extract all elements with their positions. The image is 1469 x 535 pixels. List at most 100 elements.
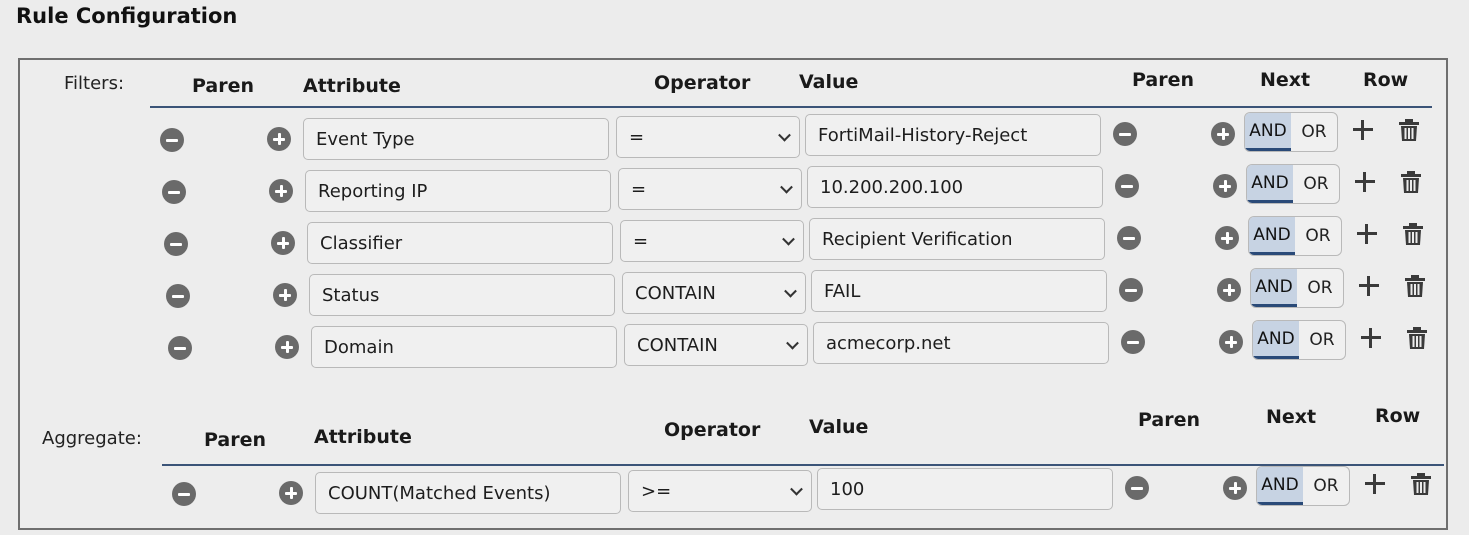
chevron-down-icon (780, 180, 793, 194)
add-row-button[interactable] (1361, 328, 1381, 348)
add-right-paren-button[interactable] (1217, 278, 1241, 302)
operator-select[interactable]: = (616, 116, 800, 158)
chevron-down-icon (782, 232, 795, 246)
add-row-button[interactable] (1359, 276, 1379, 296)
value-field[interactable]: acmecorp.net (813, 322, 1109, 364)
next-or-option[interactable]: OR (1297, 269, 1343, 307)
add-right-paren-button[interactable] (1215, 226, 1239, 250)
add-left-paren-button[interactable] (275, 335, 299, 359)
attribute-field[interactable]: Domain (311, 326, 617, 368)
remove-right-paren-button[interactable] (1125, 476, 1149, 500)
aggregate-header-paren-right: Paren (1138, 409, 1201, 431)
trash-icon (1411, 473, 1431, 495)
plus-icon (1353, 120, 1373, 140)
aggregate-label: Aggregate: (42, 428, 142, 449)
minus-circle-icon (1123, 236, 1135, 240)
plus-circle-icon (1223, 284, 1235, 296)
value-field[interactable]: FAIL (811, 270, 1107, 312)
operator-select[interactable]: = (620, 220, 804, 262)
next-or-option[interactable]: OR (1295, 217, 1341, 255)
add-left-paren-button[interactable] (267, 127, 291, 151)
value-field[interactable]: FortiMail-History-Reject (805, 114, 1101, 156)
next-or-option[interactable]: OR (1303, 467, 1349, 505)
remove-right-paren-button[interactable] (1115, 174, 1139, 198)
delete-row-button[interactable] (1406, 326, 1428, 350)
add-left-paren-button[interactable] (279, 481, 303, 505)
add-left-paren-button[interactable] (273, 283, 297, 307)
minus-circle-icon (1121, 184, 1133, 188)
remove-left-paren-button[interactable] (162, 180, 186, 204)
next-and-option[interactable]: AND (1251, 269, 1297, 307)
delete-row-button[interactable] (1402, 222, 1424, 246)
remove-left-paren-button[interactable] (164, 232, 188, 256)
remove-left-paren-button[interactable] (160, 128, 184, 152)
plus-circle-icon (277, 237, 289, 249)
filters-header-operator: Operator (654, 72, 751, 94)
attribute-field[interactable]: Classifier (307, 222, 613, 264)
chevron-down-icon (786, 336, 799, 350)
add-right-paren-button[interactable] (1211, 122, 1235, 146)
add-left-paren-button[interactable] (271, 231, 295, 255)
add-row-button[interactable] (1357, 224, 1377, 244)
next-or-option[interactable]: OR (1299, 321, 1345, 359)
next-logic-toggle: AND OR (1252, 320, 1346, 360)
filters-header-value: Value (799, 71, 859, 93)
attribute-field[interactable]: COUNT(Matched Events) (315, 472, 621, 514)
value-field[interactable]: Recipient Verification (809, 218, 1105, 260)
remove-right-paren-button[interactable] (1113, 122, 1137, 146)
delete-row-button[interactable] (1400, 170, 1422, 194)
next-logic-toggle: AND OR (1250, 268, 1344, 308)
remove-right-paren-button[interactable] (1117, 226, 1141, 250)
next-or-option[interactable]: OR (1293, 165, 1339, 203)
add-row-button[interactable] (1353, 120, 1373, 140)
plus-circle-icon (1217, 128, 1229, 140)
delete-row-button[interactable] (1398, 118, 1420, 142)
minus-circle-icon (1131, 486, 1143, 490)
filters-header-divider (150, 106, 1432, 108)
trash-icon (1407, 327, 1427, 349)
next-and-option[interactable]: AND (1249, 217, 1295, 255)
attribute-field[interactable]: Status (309, 274, 615, 316)
next-logic-toggle: AND OR (1256, 466, 1350, 506)
remove-right-paren-button[interactable] (1121, 330, 1145, 354)
remove-left-paren-button[interactable] (168, 336, 192, 360)
plus-circle-icon (1229, 482, 1241, 494)
plus-icon (1361, 328, 1381, 348)
operator-select[interactable]: CONTAIN (624, 324, 808, 366)
value-field[interactable]: 100 (817, 468, 1113, 510)
add-right-paren-button[interactable] (1213, 174, 1237, 198)
attribute-field[interactable]: Reporting IP (305, 170, 611, 212)
add-right-paren-button[interactable] (1223, 476, 1247, 500)
operator-select[interactable]: = (618, 168, 802, 210)
delete-row-button[interactable] (1404, 274, 1426, 298)
remove-left-paren-button[interactable] (166, 284, 190, 308)
remove-left-paren-button[interactable] (172, 482, 196, 506)
trash-icon (1405, 275, 1425, 297)
next-logic-toggle: AND OR (1244, 112, 1338, 152)
operator-select[interactable]: >= (628, 470, 812, 512)
plus-icon (1357, 224, 1377, 244)
remove-right-paren-button[interactable] (1119, 278, 1143, 302)
add-right-paren-button[interactable] (1219, 330, 1243, 354)
next-and-option[interactable]: AND (1245, 113, 1291, 151)
filters-header-attribute: Attribute (303, 75, 401, 97)
next-or-option[interactable]: OR (1291, 113, 1337, 151)
filters-header-paren-right: Paren (1132, 69, 1195, 91)
attribute-field[interactable]: Event Type (303, 118, 609, 160)
add-row-button[interactable] (1355, 172, 1375, 192)
operator-select[interactable]: CONTAIN (622, 272, 806, 314)
next-and-option[interactable]: AND (1247, 165, 1293, 203)
add-left-paren-button[interactable] (269, 179, 293, 203)
delete-row-button[interactable] (1410, 472, 1432, 496)
next-and-option[interactable]: AND (1253, 321, 1299, 359)
next-and-option[interactable]: AND (1257, 467, 1303, 505)
filters-header-row: Row (1363, 69, 1409, 91)
add-row-button[interactable] (1365, 474, 1385, 494)
minus-circle-icon (168, 190, 180, 194)
rule-panel: Filters: Paren Attribute Operator Value … (18, 58, 1448, 530)
filters-row: Status CONTAIN FAIL AND OR (20, 268, 1450, 320)
operator-select-value: >= (641, 480, 672, 502)
value-field[interactable]: 10.200.200.100 (807, 166, 1103, 208)
aggregate-row: COUNT(Matched Events) >= 100 AND OR (20, 466, 1450, 518)
plus-circle-icon (1221, 232, 1233, 244)
